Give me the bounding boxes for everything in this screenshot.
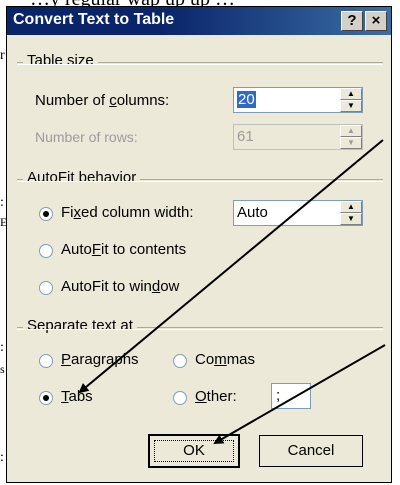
tabs-label: Tabs [61, 388, 93, 405]
focus-rect [154, 440, 234, 462]
commas-radio[interactable] [173, 354, 187, 368]
close-button[interactable]: × [365, 11, 387, 31]
cancel-label: Cancel [287, 442, 335, 459]
background-text-left: r [0, 48, 5, 63]
fixed-width-spinner[interactable]: Auto ▲ ▼ [233, 200, 363, 226]
tabs-radio[interactable] [39, 391, 53, 405]
rows-value: 61 [237, 128, 254, 145]
ok-button[interactable]: OK [148, 434, 240, 468]
dialog-title: Convert Text to Table [13, 11, 175, 28]
columns-value: 20 [237, 91, 256, 108]
width-down-icon[interactable]: ▼ [340, 213, 362, 225]
help-button[interactable]: ? [341, 11, 363, 31]
rows-up-icon: ▲ [340, 125, 362, 137]
background-text-left: : [0, 195, 4, 210]
paragraphs-radio[interactable] [39, 354, 53, 368]
table-size-group: Table size [17, 52, 383, 69]
autofit-window-label: AutoFit to window [61, 278, 180, 295]
separate-text-group: Separate text at [17, 317, 383, 334]
width-up-icon[interactable]: ▲ [340, 201, 362, 213]
cancel-button[interactable]: Cancel [259, 435, 363, 467]
rows-label: Number of rows: [35, 129, 138, 145]
rows-down-icon: ▼ [340, 137, 362, 149]
autofit-contents-label: AutoFit to contents [61, 241, 187, 258]
fixed-width-label: Fixed column width: [61, 204, 194, 221]
autofit-group: AutoFit behavior [17, 169, 383, 186]
columns-label: Number of columns: [35, 92, 170, 109]
other-separator-value: ; [276, 387, 281, 404]
other-radio[interactable] [173, 391, 187, 405]
background-text-left: : [0, 450, 4, 465]
columns-spinner[interactable]: 20 ▲ ▼ [233, 87, 363, 113]
fixed-width-radio[interactable] [39, 207, 53, 221]
columns-down-icon[interactable]: ▼ [340, 100, 362, 112]
separate-text-label: Separate text at [23, 317, 137, 334]
convert-text-to-table-dialog: Convert Text to Table ? × Table size Num… [6, 6, 392, 483]
paragraphs-label: Paragraphs [61, 351, 139, 368]
other-separator-field[interactable]: ; [271, 383, 311, 409]
other-label: Other: [195, 388, 237, 405]
autofit-label: AutoFit behavior [23, 169, 141, 186]
commas-label: Commas [195, 351, 256, 368]
table-size-label: Table size [23, 52, 98, 69]
background-text-left: s [0, 362, 5, 376]
autofit-window-radio[interactable] [39, 281, 53, 295]
fixed-width-value: Auto [237, 204, 268, 221]
title-bar[interactable]: Convert Text to Table ? × [7, 7, 391, 35]
background-text-left: : [0, 340, 4, 355]
columns-up-icon[interactable]: ▲ [340, 88, 362, 100]
rows-spinner: 61 ▲ ▼ [233, 124, 363, 150]
autofit-contents-radio[interactable] [39, 244, 53, 258]
